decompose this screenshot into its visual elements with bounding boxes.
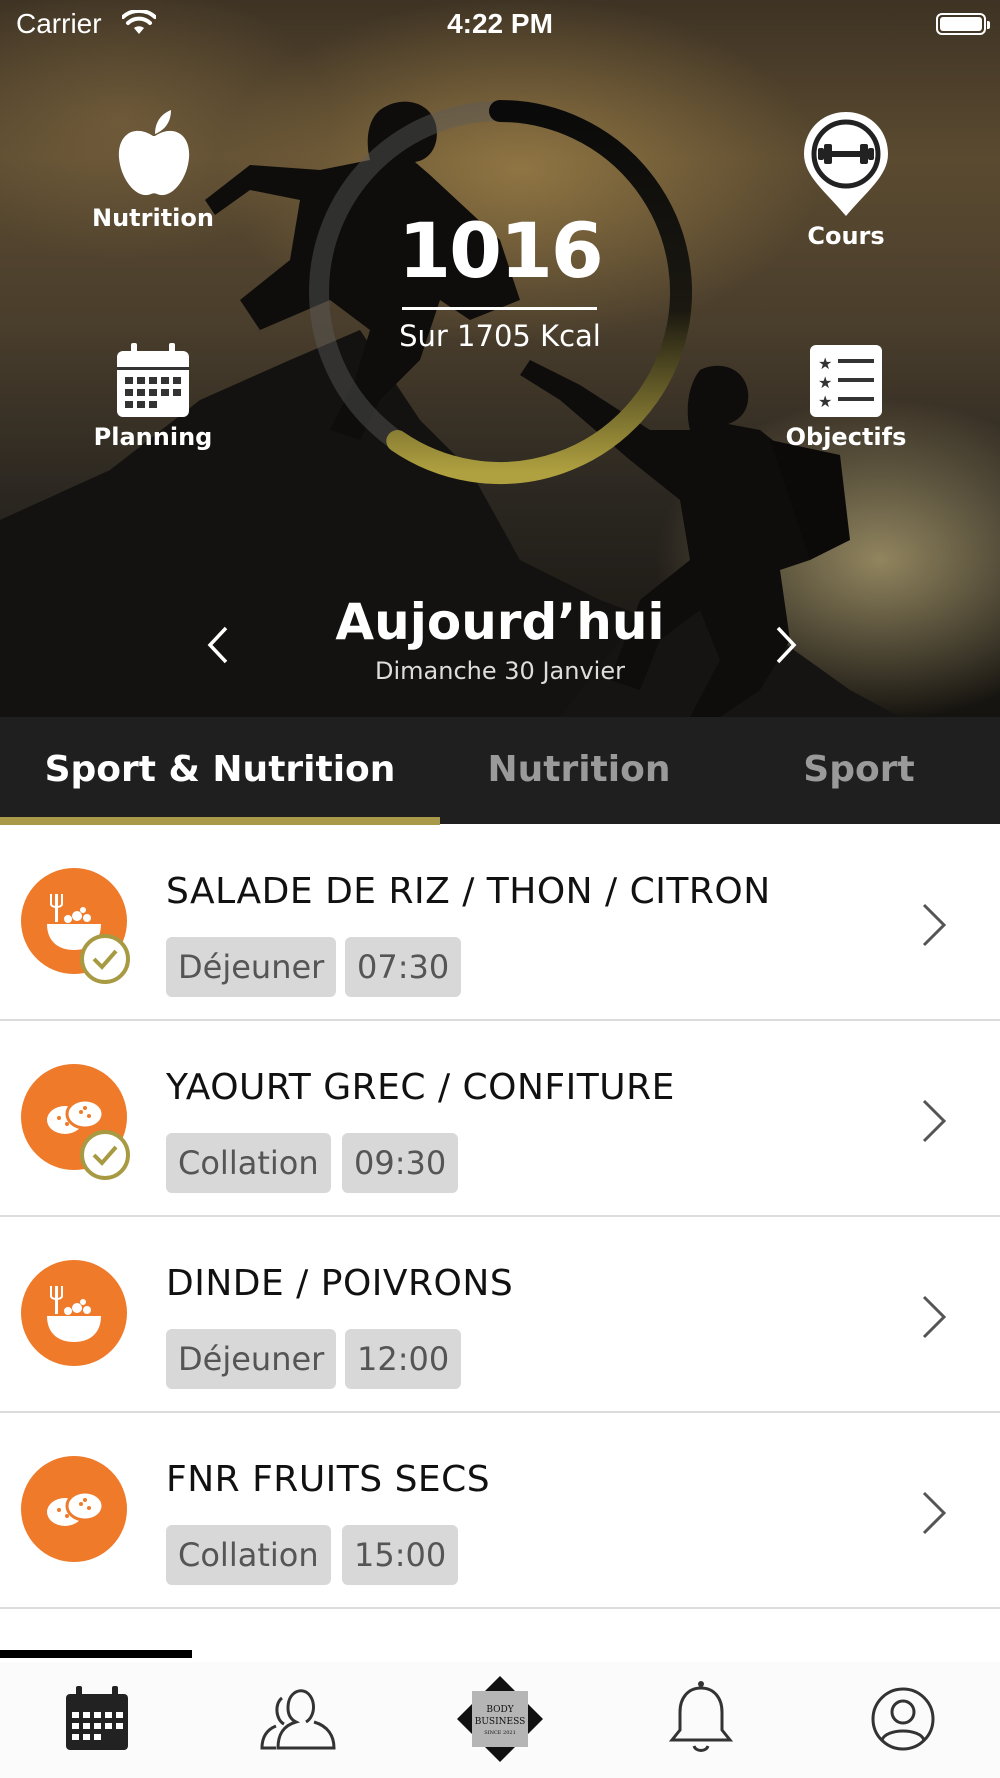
done-check-icon bbox=[80, 1130, 130, 1180]
tab-nutrition[interactable]: Nutrition bbox=[440, 717, 718, 824]
svg-text:★: ★ bbox=[818, 354, 832, 373]
scroll-indicator bbox=[0, 1650, 192, 1658]
kcal-consumed: 1016 bbox=[398, 206, 604, 295]
profile-tab-icon[interactable] bbox=[858, 1674, 948, 1764]
chevron-right-icon bbox=[922, 1099, 947, 1143]
active-tab-indicator bbox=[0, 817, 440, 825]
segment-tabs: Sport & Nutrition Nutrition Sport bbox=[0, 717, 1000, 824]
svg-text:★: ★ bbox=[818, 392, 832, 411]
chevron-right-icon bbox=[922, 1295, 947, 1339]
apple-icon bbox=[118, 110, 190, 196]
hero-background: Carrier 4:22 PM 1016 Sur 1705 Kcal Nutri… bbox=[0, 0, 1000, 717]
community-tab-icon[interactable] bbox=[254, 1674, 344, 1764]
day-date: Dimanche 30 Janvier bbox=[375, 657, 625, 685]
meal-type-badge: Déjeuner bbox=[166, 937, 337, 997]
meal-type-badge: Collation bbox=[166, 1133, 331, 1193]
planning-label: Planning bbox=[93, 423, 213, 451]
status-bar: Carrier 4:22 PM bbox=[0, 0, 1000, 50]
calendar-tab-icon[interactable] bbox=[52, 1674, 142, 1764]
salad-bowl-icon bbox=[47, 1286, 101, 1342]
meal-title: FNR FRUITS SECS bbox=[166, 1459, 491, 1500]
calendar-icon bbox=[117, 343, 189, 417]
nutrition-shortcut[interactable]: Nutrition bbox=[53, 108, 253, 232]
meal-time-badge: 15:00 bbox=[342, 1525, 459, 1585]
meal-avatar bbox=[21, 1456, 127, 1562]
tab-sport[interactable]: Sport bbox=[718, 717, 1000, 824]
battery-icon bbox=[936, 13, 990, 35]
chevron-right-icon bbox=[922, 903, 947, 947]
meal-row[interactable]: YAOURT GREC / CONFITURE Collation 09:30 bbox=[0, 1021, 1000, 1217]
meal-row[interactable]: DINDE / POIVRONS Déjeuner 12:00 bbox=[0, 1217, 1000, 1413]
meal-type-badge: Déjeuner bbox=[166, 1329, 337, 1389]
bell-tab-icon[interactable] bbox=[656, 1674, 746, 1764]
done-check-icon bbox=[80, 934, 130, 984]
kcal-divider bbox=[402, 307, 597, 310]
meal-time-badge: 07:30 bbox=[345, 937, 462, 997]
meal-row[interactable]: FNR FRUITS SECS Collation 15:00 bbox=[0, 1413, 1000, 1609]
planning-shortcut[interactable]: Planning bbox=[53, 343, 253, 451]
meal-title: YAOURT GREC / CONFITURE bbox=[166, 1067, 675, 1108]
previous-day-arrow[interactable] bbox=[198, 620, 242, 670]
meal-list: SALADE DE RIZ / THON / CITRON Déjeuner 0… bbox=[0, 825, 1000, 1609]
meal-time-badge: 12:00 bbox=[345, 1329, 462, 1389]
nutrition-label: Nutrition bbox=[92, 204, 214, 232]
checklist-icon: ★ ★ ★ bbox=[810, 345, 882, 417]
logo-text-since: SINCE 2021 bbox=[484, 1730, 516, 1736]
meal-title: DINDE / POIVRONS bbox=[166, 1263, 514, 1304]
meal-type-badge: Collation bbox=[166, 1525, 331, 1585]
cours-label: Cours bbox=[807, 222, 885, 250]
logo-text-business: BUSINESS bbox=[475, 1717, 526, 1727]
body-business-logo[interactable]: BODY BUSINESS SINCE 2021 bbox=[455, 1674, 545, 1764]
chevron-right-icon bbox=[922, 1491, 947, 1535]
next-day-arrow[interactable] bbox=[764, 620, 808, 670]
objectifs-label: Objectifs bbox=[785, 423, 907, 451]
meal-avatar bbox=[21, 1260, 127, 1366]
tab-sport-nutrition[interactable]: Sport & Nutrition bbox=[0, 717, 440, 824]
cookies-icon bbox=[47, 1490, 105, 1526]
svg-text:★: ★ bbox=[818, 373, 832, 392]
kcal-target: Sur 1705 Kcal bbox=[399, 319, 601, 353]
bottom-tab-bar: BODY BUSINESS SINCE 2021 bbox=[0, 1662, 1000, 1778]
clock: 4:22 PM bbox=[447, 8, 553, 39]
meal-row[interactable]: SALADE DE RIZ / THON / CITRON Déjeuner 0… bbox=[0, 825, 1000, 1021]
dumbbell-pin-icon bbox=[804, 112, 888, 216]
meal-title: SALADE DE RIZ / THON / CITRON bbox=[166, 871, 771, 912]
cours-shortcut[interactable]: Cours bbox=[746, 110, 946, 250]
logo-text-body: BODY bbox=[486, 1705, 514, 1715]
meal-time-badge: 09:30 bbox=[342, 1133, 459, 1193]
day-title: Aujourd’hui bbox=[335, 593, 665, 651]
objectifs-shortcut[interactable]: ★ ★ ★ Objectifs bbox=[746, 343, 946, 451]
